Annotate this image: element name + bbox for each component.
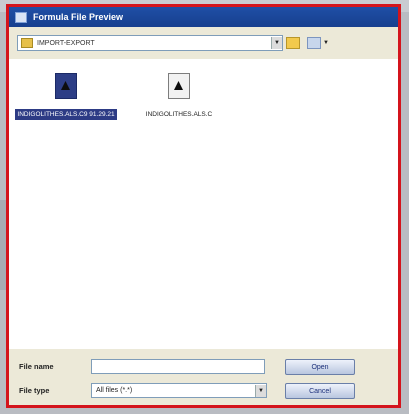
chevron-down-icon[interactable]: ▼ [255,384,266,397]
toolbar: IMPORT-EXPORT ▼ ▼ [9,27,398,59]
file-type-label: File type [19,386,50,395]
path-combo[interactable]: IMPORT-EXPORT ▼ [17,35,283,51]
view-menu-button[interactable]: ▼ [305,35,331,51]
up-folder-button[interactable] [285,35,301,51]
file-item-1[interactable]: INDIGOLITHES.ALS.C9 91.29.21 [11,73,121,121]
folder-icon [21,38,33,48]
cancel-button[interactable]: Cancel [285,383,355,399]
file-name-input[interactable] [91,359,265,374]
app-icon [15,11,27,23]
file-type-select[interactable]: All files (*.*) ▼ [91,383,267,398]
view-menu-icon [307,37,322,49]
formula-file-icon [168,73,190,99]
file-label: INDIGOLITHES.ALS.C9 91.29.21 [15,109,117,120]
file-label: INDIGOLITHES.ALS.C [145,111,213,118]
formula-file-icon [55,73,77,99]
file-preview-dialog: Formula File Preview IMPORT-EXPORT ▼ ▼ I… [6,4,401,408]
file-list: INDIGOLITHES.ALS.C9 91.29.21 INDIGOLITHE… [9,59,398,349]
current-path: IMPORT-EXPORT [37,39,95,47]
chevron-down-icon[interactable]: ▼ [271,37,282,49]
file-item-2[interactable]: INDIGOLITHES.ALS.C [124,73,234,121]
file-glyph [61,81,70,90]
file-glyph [174,81,183,90]
folder-up-icon [286,37,300,49]
dialog-footer: File name Open File type All files (*.*)… [9,349,398,405]
file-name-label: File name [19,362,54,371]
chevron-down-icon: ▼ [323,40,329,46]
file-type-value: All files (*.*) [96,387,133,394]
title-bar[interactable]: Formula File Preview [9,7,398,27]
open-button[interactable]: Open [285,359,355,375]
dialog-title: Formula File Preview [33,12,124,22]
